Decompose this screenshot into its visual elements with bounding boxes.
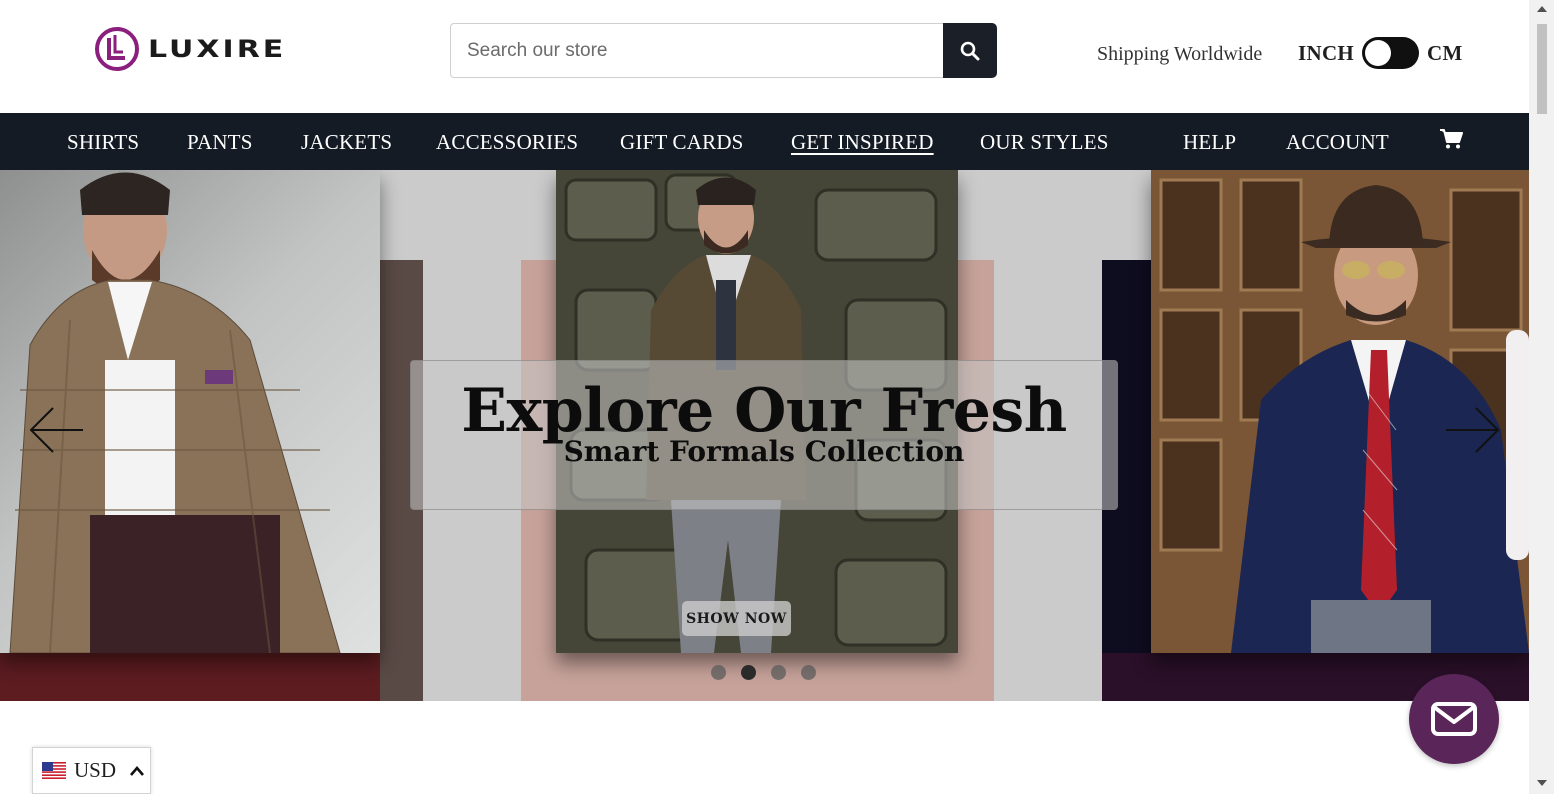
nav-gift-cards[interactable]: GIFT CARDS bbox=[620, 130, 744, 155]
nav-get-inspired[interactable]: GET INSPIRED bbox=[791, 130, 934, 155]
logo-mark-icon bbox=[95, 27, 139, 71]
nav-our-styles[interactable]: OUR STYLES bbox=[980, 130, 1109, 155]
main-nav: SHIRTS PANTS JACKETS ACCESSORIES GIFT CA… bbox=[0, 113, 1529, 170]
carousel-dot[interactable] bbox=[801, 665, 816, 680]
site-header: LUXIRE Shipping Worldwide INCH CM bbox=[0, 0, 1529, 113]
nav-shirts[interactable]: SHIRTS bbox=[67, 130, 139, 155]
logo-wordmark: LUXIRE bbox=[148, 35, 287, 63]
nav-help[interactable]: HELP bbox=[1183, 130, 1236, 155]
us-flag-icon bbox=[42, 762, 66, 779]
hero-text-overlay: Explore Our Fresh Smart Formals Collecti… bbox=[410, 360, 1118, 510]
search-icon bbox=[960, 41, 980, 60]
show-now-button[interactable]: SHOW NOW bbox=[682, 601, 791, 636]
search-input[interactable] bbox=[450, 23, 943, 78]
scroll-down-arrow-icon[interactable] bbox=[1537, 780, 1547, 786]
currency-selector[interactable]: USD bbox=[32, 747, 151, 794]
carousel-dots bbox=[711, 665, 816, 680]
carousel-dot[interactable] bbox=[711, 665, 726, 680]
unit-switch[interactable] bbox=[1362, 37, 1420, 69]
nav-pants[interactable]: PANTS bbox=[187, 130, 253, 155]
carousel-dot-active[interactable] bbox=[741, 665, 756, 680]
arrow-left-icon bbox=[29, 407, 83, 453]
carousel-prev-button[interactable] bbox=[27, 406, 85, 459]
luxire-logo[interactable]: LUXIRE bbox=[94, 26, 286, 72]
hero-carousel: Explore Our Fresh Smart Formals Collecti… bbox=[0, 170, 1529, 701]
cart-button[interactable] bbox=[1439, 128, 1463, 155]
carousel-next-button[interactable] bbox=[1444, 406, 1502, 459]
currency-code: USD bbox=[74, 758, 117, 782]
nav-account[interactable]: ACCOUNT bbox=[1286, 130, 1389, 155]
carousel-dot[interactable] bbox=[771, 665, 786, 680]
scroll-up-arrow-icon[interactable] bbox=[1537, 6, 1547, 12]
hero-left-band bbox=[0, 653, 380, 701]
unit-cm-label: CM bbox=[1427, 40, 1463, 65]
unit-toggle: INCH CM bbox=[1298, 37, 1463, 69]
nav-accessories[interactable]: ACCESSORIES bbox=[436, 130, 578, 155]
search-button[interactable] bbox=[943, 23, 997, 78]
search-bar bbox=[450, 23, 997, 78]
chevron-up-icon bbox=[130, 765, 145, 776]
cart-icon bbox=[1440, 129, 1463, 149]
unit-inch-label: INCH bbox=[1298, 40, 1355, 65]
arrow-right-icon bbox=[1446, 407, 1500, 453]
scroll-thumb[interactable] bbox=[1537, 24, 1547, 114]
mail-icon bbox=[1431, 702, 1477, 736]
chat-button[interactable] bbox=[1409, 674, 1499, 764]
nav-jackets[interactable]: JACKETS bbox=[301, 130, 392, 155]
hero-title: Explore Our Fresh bbox=[461, 376, 1067, 446]
shipping-worldwide-text: Shipping Worldwide bbox=[1097, 43, 1263, 65]
page-scrollbar[interactable] bbox=[1529, 0, 1554, 794]
unit-switch-knob bbox=[1365, 40, 1392, 66]
